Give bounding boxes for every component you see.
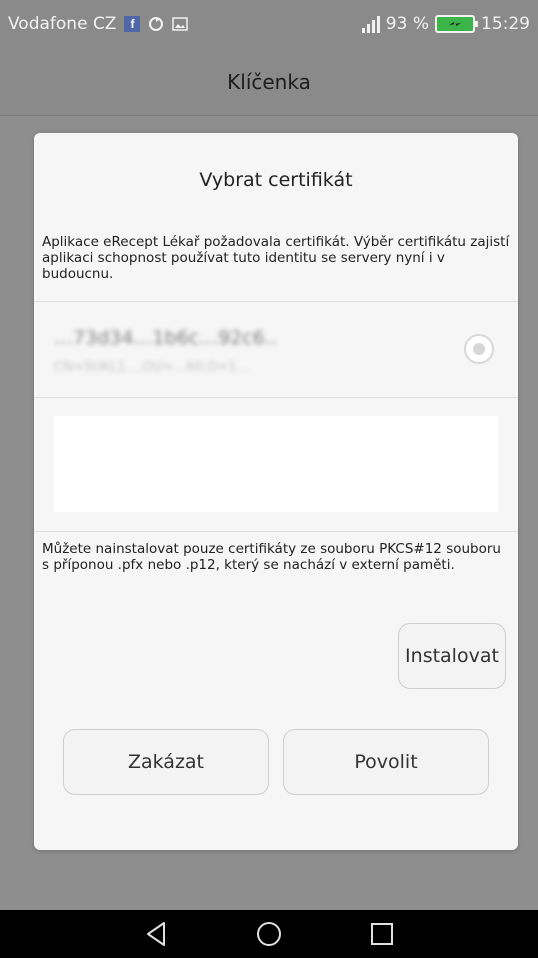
certificate-list-item[interactable]: …73d34…1b6c…92c6.. CN=SUKL1…,OU=…60,O=1… <box>34 302 518 396</box>
divider <box>34 397 518 398</box>
status-right: 93 % 15:29 <box>361 14 530 34</box>
home-icon[interactable] <box>249 914 289 954</box>
app-bar: Klíčenka <box>0 48 538 116</box>
radio-dot <box>473 343 485 355</box>
recents-icon[interactable] <box>362 914 402 954</box>
install-button[interactable]: Instalovat <box>398 623 506 689</box>
dialog-title: Vybrat certifikát <box>199 169 353 191</box>
battery-percent: 93 % <box>385 14 429 34</box>
allow-button[interactable]: Povolit <box>283 729 489 795</box>
certificate-dialog: Vybrat certifikát Aplikace eRecept Lékař… <box>34 133 518 850</box>
status-left: Vodafone CZ f <box>8 14 189 34</box>
certificate-details-box <box>54 416 498 512</box>
signal-icon <box>361 15 380 33</box>
divider <box>34 531 518 532</box>
app-title: Klíčenka <box>227 69 311 94</box>
certificate-subject: CN=SUKL1…,OU=…60,O=1… <box>54 360 250 375</box>
gallery-icon <box>172 16 189 32</box>
sync-icon <box>148 16 164 32</box>
navigation-bar <box>0 910 538 958</box>
back-icon[interactable] <box>136 914 176 954</box>
clock: 15:29 <box>481 14 530 34</box>
deny-button[interactable]: Zakázat <box>63 729 269 795</box>
certificate-name: …73d34…1b6c…92c6.. <box>54 327 277 349</box>
dialog-description: Aplikace eRecept Lékař požadovala certif… <box>42 234 510 282</box>
certificate-radio[interactable] <box>464 334 494 364</box>
install-info: Můžete nainstalovat pouze certifikáty ze… <box>42 541 501 573</box>
battery-icon <box>435 15 478 33</box>
carrier-name: Vodafone CZ <box>8 14 117 34</box>
facebook-icon: f <box>124 16 141 32</box>
status-bar: Vodafone CZ f 93 % 15:29 <box>0 0 538 48</box>
